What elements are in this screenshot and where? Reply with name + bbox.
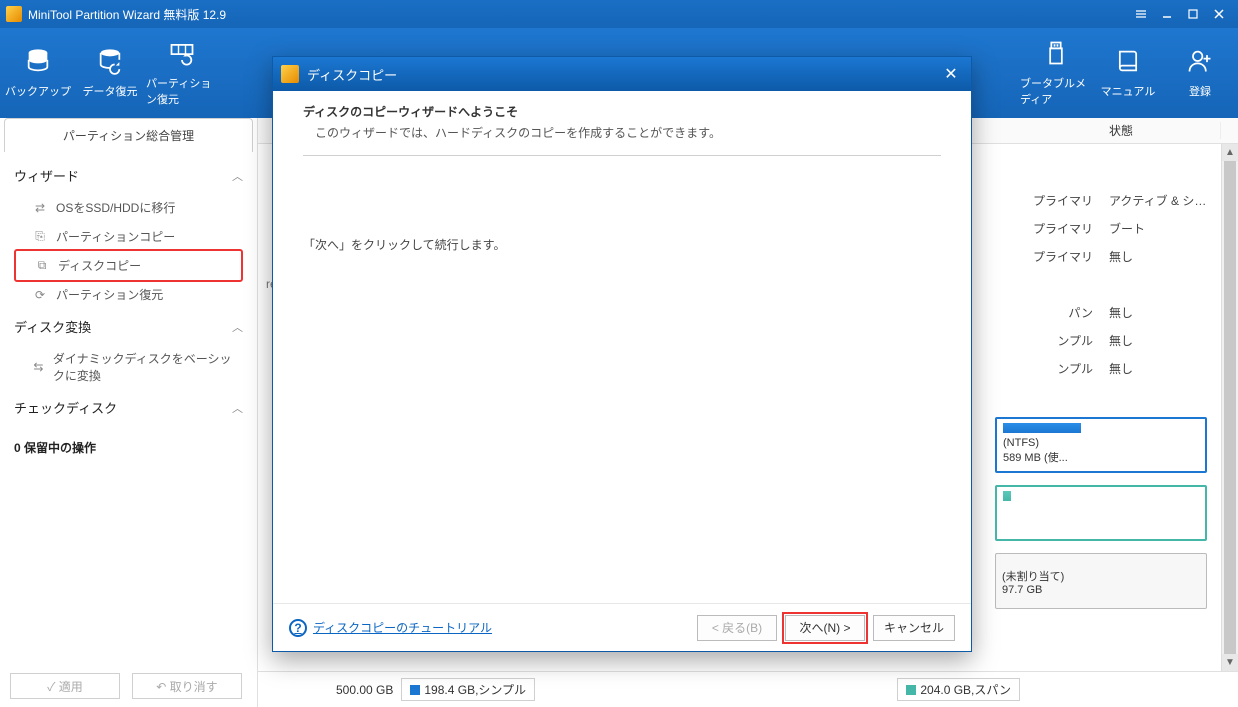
section-check-disk-label: チェックディスク (14, 398, 117, 417)
app-title: MiniTool Partition Wizard 無料版 12.9 (28, 6, 1128, 23)
database-icon (24, 47, 52, 75)
chevron-up-icon: ︿ (232, 168, 243, 184)
toolbar-backup[interactable]: バックアップ (2, 34, 74, 112)
menu-partition-copy[interactable]: ⎘ パーティションコピー (14, 222, 243, 251)
toolbar-data-recovery-label: データ復元 (83, 83, 138, 99)
restore-icon (96, 47, 124, 75)
footer-total-size: 500.00 GB (336, 683, 393, 697)
convert-icon: ⇆ (32, 359, 45, 375)
book-icon (1114, 47, 1142, 75)
sidebar-tab-partition-mgmt[interactable]: パーティション総合管理 (4, 118, 253, 152)
dialog-close-button[interactable]: ✕ (939, 62, 963, 86)
back-button[interactable]: < 戻る(B) (697, 615, 777, 641)
menu-disk-copy[interactable]: ⧉ ディスクコピー (14, 249, 243, 282)
scrollbar[interactable]: ▲ ▼ (1221, 144, 1238, 671)
scroll-thumb[interactable] (1224, 161, 1236, 654)
toolbar-bootable-label: ブータブルメディア (1020, 75, 1092, 107)
sidebar: パーティション総合管理 ウィザード ︿ ⇄ OSをSSD/HDDに移行 ⎘ パー… (0, 118, 258, 707)
disk-row-1[interactable]: (NTFS) 589 MB (使... (995, 414, 1207, 476)
section-disk-convert-label: ディスク変換 (14, 317, 91, 336)
toolbar-register[interactable]: 登録 (1164, 34, 1236, 112)
col-status[interactable]: 状態 (1101, 122, 1221, 139)
usb-icon (1042, 39, 1070, 67)
scroll-down-icon[interactable]: ▼ (1222, 654, 1238, 671)
dialog-description: このウィザードでは、ハードディスクのコピーを作成することができます。 (303, 124, 941, 141)
menu-migrate-os[interactable]: ⇄ OSをSSD/HDDに移行 (14, 193, 243, 222)
footer-seg-2[interactable]: 204.0 GB,スパン (897, 678, 1020, 701)
dialog-title: ディスクコピー (307, 65, 939, 84)
disk-row-3[interactable]: (未割り当て) 97.7 GB (995, 550, 1207, 612)
menu-partition-copy-label: パーティションコピー (56, 228, 175, 245)
scroll-up-icon[interactable]: ▲ (1222, 144, 1238, 161)
part-ntfs-size: 589 MB (使... (1003, 449, 1199, 465)
minimize-button[interactable] (1154, 4, 1180, 24)
toolbar-bootable-media[interactable]: ブータブルメディア (1020, 34, 1092, 112)
close-button[interactable] (1206, 4, 1232, 24)
section-wizard-label: ウィザード (14, 166, 79, 185)
chevron-up-icon: ︿ (232, 319, 243, 335)
toolbar-data-recovery[interactable]: データ復元 (74, 34, 146, 112)
user-plus-icon (1186, 47, 1214, 75)
disk-copy-icon: ⧉ (34, 258, 50, 274)
unalloc-size: 97.7 GB (1002, 584, 1200, 596)
menu-migrate-os-label: OSをSSD/HDDに移行 (56, 199, 175, 216)
dialog-heading: ディスクのコピーウィザードへようこそ (303, 103, 941, 120)
menu-dynamic-to-basic[interactable]: ⇆ ダイナミックディスクをベーシックに変換 (14, 344, 243, 390)
part-copy-icon: ⎘ (32, 229, 48, 245)
cancel-button[interactable]: キャンセル (873, 615, 955, 641)
pending-operations: 0 保留中の操作 (0, 431, 257, 464)
tutorial-link-label: ディスクコピーのチュートリアル (313, 619, 492, 636)
dialog-title-bar: ディスクコピー ✕ (273, 57, 971, 91)
next-button[interactable]: 次へ(N) > (785, 615, 865, 641)
tutorial-link[interactable]: ? ディスクコピーのチュートリアル (289, 619, 492, 637)
section-wizard[interactable]: ウィザード ︿ (14, 158, 243, 193)
toolbar-partition-recovery-label: パーティション復元 (146, 75, 218, 107)
partition-restore-icon (168, 39, 196, 67)
dialog-footer: ? ディスクコピーのチュートリアル < 戻る(B) 次へ(N) > キャンセル (273, 603, 971, 651)
footer-seg-1[interactable]: 198.4 GB,シンプル (401, 678, 535, 701)
sidebar-action-bar: ✓ 適用 ↶ 取り消す (10, 673, 242, 699)
app-icon (281, 65, 299, 83)
help-icon: ? (289, 619, 307, 637)
toolbar-backup-label: バックアップ (5, 83, 71, 99)
app-icon (6, 6, 22, 22)
disk-copy-wizard-dialog: ディスクコピー ✕ ディスクのコピーウィザードへようこそ このウィザードでは、ハ… (272, 56, 972, 652)
maximize-button[interactable] (1180, 4, 1206, 24)
content-footer: 500.00 GB 198.4 GB,シンプル 204.0 GB,スパン (258, 671, 1238, 707)
apply-button[interactable]: ✓ 適用 (10, 673, 120, 699)
toolbar-partition-recovery[interactable]: パーティション復元 (146, 34, 218, 112)
menu-button[interactable] (1128, 4, 1154, 24)
menu-partition-restore-label: パーティション復元 (56, 286, 163, 303)
undo-button[interactable]: ↶ 取り消す (132, 673, 242, 699)
section-check-disk[interactable]: チェックディスク ︿ (14, 390, 243, 425)
menu-dynamic-to-basic-label: ダイナミックディスクをベーシックに変換 (53, 350, 235, 384)
toolbar-register-label: 登録 (1189, 83, 1211, 99)
unalloc-label: (未割り当て) (1002, 568, 1200, 584)
migrate-icon: ⇄ (32, 200, 48, 216)
section-disk-convert[interactable]: ディスク変換 ︿ (14, 309, 243, 344)
part-ntfs-label: (NTFS) (1003, 437, 1199, 449)
dialog-body: ディスクのコピーウィザードへようこそ このウィザードでは、ハードディスクのコピー… (273, 91, 971, 603)
toolbar-manual-label: マニュアル (1101, 83, 1156, 99)
toolbar-manual[interactable]: マニュアル (1092, 34, 1164, 112)
menu-partition-restore[interactable]: ⟳ パーティション復元 (14, 280, 243, 309)
disk-row-2[interactable] (995, 482, 1207, 544)
part-restore-icon: ⟳ (32, 287, 48, 303)
dialog-instruction: 「次へ」をクリックして続行します。 (303, 236, 941, 253)
title-bar: MiniTool Partition Wizard 無料版 12.9 (0, 0, 1238, 28)
chevron-up-icon: ︿ (232, 400, 243, 416)
menu-disk-copy-label: ディスクコピー (58, 257, 141, 274)
